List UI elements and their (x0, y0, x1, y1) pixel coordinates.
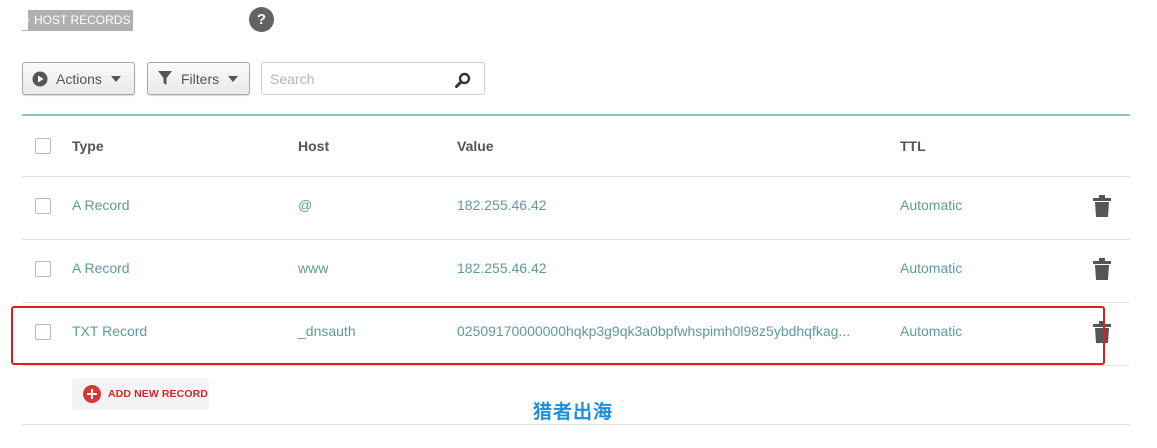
record-value[interactable]: 182.255.46.42 (457, 260, 547, 276)
trash-icon[interactable] (1092, 258, 1112, 280)
record-ttl[interactable]: Automatic (900, 323, 962, 339)
record-value[interactable]: 182.255.46.42 (457, 197, 547, 213)
play-circle-icon (32, 71, 48, 87)
select-all-checkbox[interactable] (35, 138, 51, 154)
row-checkbox[interactable] (35, 261, 51, 277)
search-input[interactable] (270, 70, 450, 88)
table-top-divider (22, 114, 1130, 116)
header-value[interactable]: Value (457, 138, 494, 154)
help-button[interactable]: ? (249, 7, 274, 32)
actions-label: Actions (56, 70, 102, 87)
record-type[interactable]: A Record (72, 260, 130, 276)
search-box (261, 62, 485, 95)
filters-label: Filters (181, 70, 220, 87)
plus-circle-icon (83, 385, 101, 403)
header-ttl[interactable]: TTL (900, 138, 926, 154)
record-type[interactable]: A Record (72, 197, 130, 213)
add-new-record-button[interactable]: ADD NEW RECORD (72, 378, 209, 410)
row-divider (22, 239, 1130, 240)
row-divider (22, 365, 1130, 366)
row-divider (22, 176, 1130, 177)
record-host[interactable]: _dnsauth (298, 323, 356, 339)
header-host[interactable]: Host (298, 138, 329, 154)
table-bottom-divider (22, 424, 1130, 425)
watermark: 猎者出海 (533, 401, 614, 423)
record-value[interactable]: 02509170000000hqkp3g9qk3a0bpfwhspimh0l98… (457, 323, 850, 339)
record-ttl[interactable]: Automatic (900, 197, 962, 213)
record-host[interactable]: www (298, 260, 328, 276)
header-type[interactable]: Type (72, 138, 104, 154)
chevron-down-icon (228, 75, 239, 82)
section-title-tag: HOST RECORDS (22, 10, 133, 31)
actions-button[interactable]: Actions (22, 62, 135, 95)
record-ttl[interactable]: Automatic (900, 260, 962, 276)
record-type[interactable]: TXT Record (72, 323, 147, 339)
chevron-down-icon (110, 75, 121, 82)
row-checkbox[interactable] (35, 324, 51, 340)
record-host[interactable]: @ (298, 197, 312, 213)
row-checkbox[interactable] (35, 198, 51, 214)
funnel-icon (157, 71, 173, 87)
row-divider (22, 302, 1130, 303)
add-new-record-label: ADD NEW RECORD (108, 388, 208, 400)
trash-icon[interactable] (1092, 195, 1112, 217)
section-title: HOST RECORDS (34, 13, 131, 27)
trash-icon[interactable] (1092, 321, 1112, 343)
magnifier-icon[interactable] (455, 72, 471, 88)
filters-button[interactable]: Filters (147, 62, 250, 95)
